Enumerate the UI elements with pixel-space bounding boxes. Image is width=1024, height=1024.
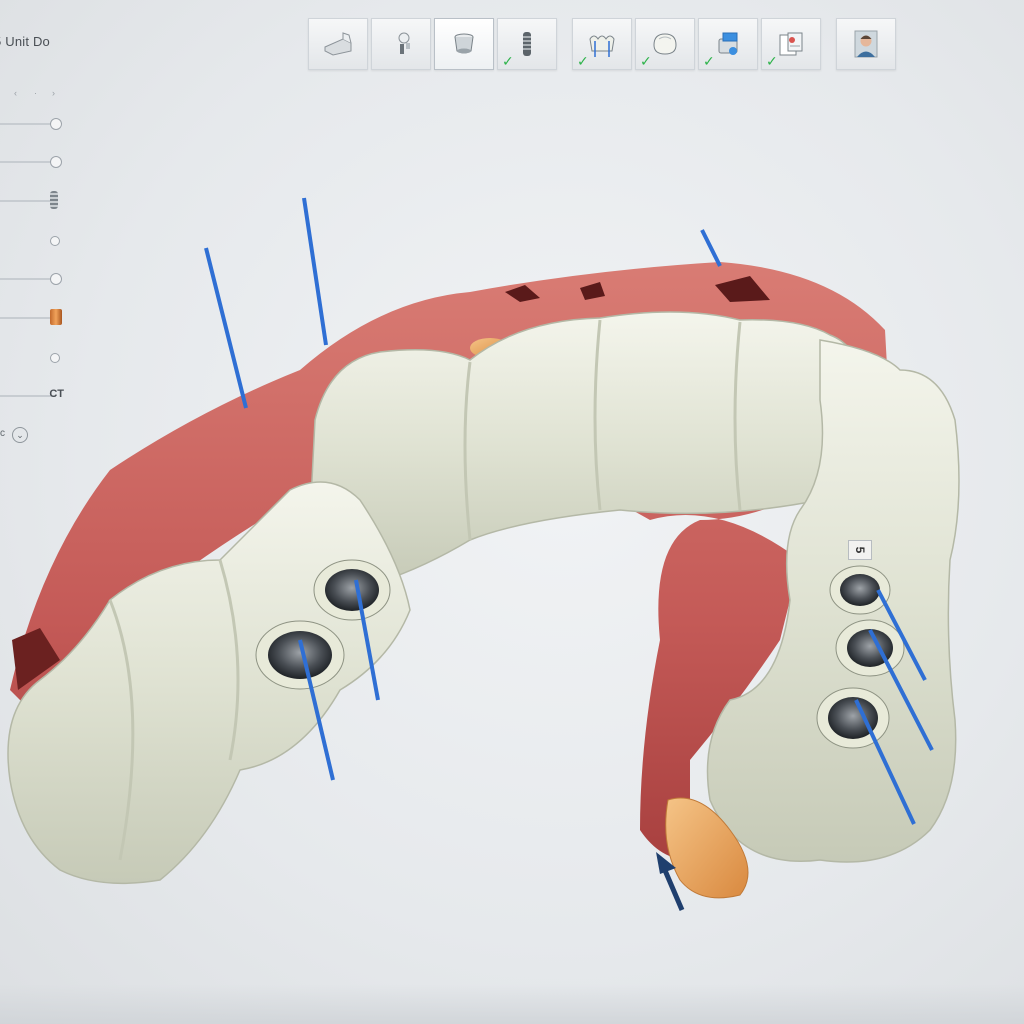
implant-axis[interactable] [204,247,248,409]
bottom-fade-bar [0,984,1024,1024]
tooth-number-label: 5 [848,540,872,560]
screw-access-hole-inner [268,631,332,679]
bridge-anterior[interactable] [309,311,863,586]
screw-access-hole-inner [325,569,379,611]
implant-axis[interactable] [302,197,328,346]
3d-viewport[interactable] [0,0,1024,1024]
screw-access-hole-inner [840,574,880,606]
implant-axis[interactable] [700,229,722,267]
